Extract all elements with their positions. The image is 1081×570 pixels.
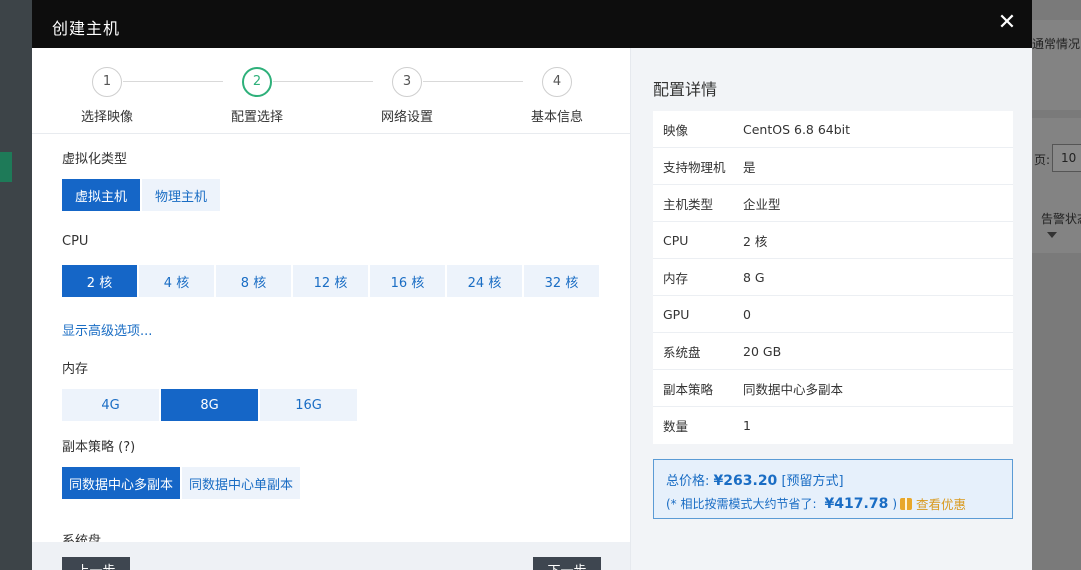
step-number: 1 xyxy=(92,67,122,97)
total-price-label: 总价格: xyxy=(666,474,710,489)
modal-header: 创建主机 ✕ xyxy=(32,0,1032,48)
show-advanced-link[interactable]: 显示高级选项... xyxy=(62,320,152,339)
replica-options: 同数据中心多副本 同数据中心单副本 xyxy=(62,467,300,499)
step-number: 2 xyxy=(242,67,272,97)
memory-option[interactable]: 16G xyxy=(260,389,357,421)
background-column-header: 告警状态 xyxy=(1041,212,1081,226)
details-row: 主机类型 企业型 xyxy=(653,185,1013,222)
details-key: 主机类型 xyxy=(663,196,714,212)
details-key: 映像 xyxy=(663,122,689,138)
step-label: 选择映像 xyxy=(80,110,133,125)
details-value: 20 GB xyxy=(743,343,782,359)
step-4[interactable]: 4 基本信息 xyxy=(497,67,617,125)
step-2[interactable]: 2 配置选择 xyxy=(197,67,317,125)
details-key: CPU xyxy=(663,232,689,248)
cpu-option[interactable]: 4 核 xyxy=(139,265,214,297)
details-panel: 配置详情 映像 CentOS 6.8 64bit 支持物理机 是 主机类型 企业型 C… xyxy=(630,48,1032,570)
stepper: 1 选择映像 2 配置选择 3 网络设置 4 基本信息 xyxy=(32,48,630,134)
details-key: 数量 xyxy=(663,419,689,434)
background-sidebar-active xyxy=(0,152,12,182)
background-text: 通常情况 xyxy=(1032,37,1081,51)
total-price: 总价格: ¥263.20 [预留方式] xyxy=(666,470,1000,489)
details-row: 映像 CentOS 6.8 64bit xyxy=(653,111,1013,148)
cpu-option[interactable]: 2 核 xyxy=(62,265,137,297)
gift-icon xyxy=(900,497,912,510)
memory-option[interactable]: 8G xyxy=(161,389,258,421)
cpu-option[interactable]: 8 核 xyxy=(216,265,291,297)
details-value: 同数据中心多副本 xyxy=(743,381,844,397)
cpu-option[interactable]: 12 核 xyxy=(293,265,368,297)
details-table: 映像 CentOS 6.8 64bit 支持物理机 是 主机类型 企业型 CPU 2 核… xyxy=(653,111,1013,444)
caret-down-icon xyxy=(1047,232,1057,238)
step-number: 4 xyxy=(542,67,572,97)
memory-options: 4G 8G 16G xyxy=(62,389,357,421)
details-key: GPU xyxy=(663,306,690,322)
details-value: 2 核 xyxy=(743,233,768,249)
background-sidebar xyxy=(0,0,32,570)
step-label: 网络设置 xyxy=(380,110,433,125)
cpu-option[interactable]: 32 核 xyxy=(524,265,599,297)
details-value: 是 xyxy=(743,159,756,175)
details-title: 配置详情 xyxy=(653,80,718,99)
cpu-option[interactable]: 24 核 xyxy=(447,265,522,297)
prev-button[interactable]: 上一步 xyxy=(62,557,130,570)
background-page-size: 10 xyxy=(1052,144,1081,172)
details-value: 企业型 xyxy=(743,196,781,212)
details-row: 数量 1 xyxy=(653,407,1013,444)
details-value: CentOS 6.8 64bit xyxy=(743,121,851,137)
next-button[interactable]: 下一步 xyxy=(533,557,601,570)
replica-title: 副本策略 (?) xyxy=(62,440,136,455)
details-row: CPU 2 核 xyxy=(653,222,1013,259)
details-row: 副本策略 同数据中心多副本 xyxy=(653,370,1013,407)
replica-option-single[interactable]: 同数据中心单副本 xyxy=(182,467,300,499)
details-value: 0 xyxy=(743,306,751,322)
savings-amount: ¥417.78 xyxy=(824,495,889,512)
details-key: 支持物理机 xyxy=(663,159,726,175)
background-text: 页: xyxy=(1034,153,1051,167)
cpu-option[interactable]: 16 核 xyxy=(370,265,445,297)
savings-prefix: (* 相比按需模式大约节省了: xyxy=(666,497,817,511)
step-number: 3 xyxy=(392,67,422,97)
details-value: 8 G xyxy=(743,269,765,285)
cpu-title: CPU xyxy=(62,234,89,249)
details-value: 1 xyxy=(743,418,751,433)
background-panel xyxy=(1032,20,1081,110)
config-panel: 1 选择映像 2 配置选择 3 网络设置 4 基本信息 虚拟化类型 虚拟主机 物… xyxy=(32,48,630,570)
modal-title: 创建主机 xyxy=(52,19,121,38)
cpu-options: 2 核 4 核 8 核 12 核 16 核 24 核 32 核 xyxy=(62,265,599,297)
virtualization-options: 虚拟主机 物理主机 xyxy=(62,179,220,211)
memory-option[interactable]: 4G xyxy=(62,389,159,421)
details-key: 内存 xyxy=(663,270,689,286)
virtualization-title: 虚拟化类型 xyxy=(62,152,128,167)
virtualization-option-physical[interactable]: 物理主机 xyxy=(142,179,220,211)
details-row: GPU 0 xyxy=(653,296,1013,333)
details-key: 系统盘 xyxy=(663,344,701,360)
price-box: 总价格: ¥263.20 [预留方式] (* 相比按需模式大约节省了: ¥417… xyxy=(653,459,1013,519)
close-icon[interactable]: ✕ xyxy=(996,12,1018,34)
step-3[interactable]: 3 网络设置 xyxy=(347,67,467,125)
savings-line: (* 相比按需模式大约节省了: ¥417.78 ) 查看优惠 xyxy=(666,494,1000,513)
replica-option-multi[interactable]: 同数据中心多副本 xyxy=(62,467,180,499)
step-label: 配置选择 xyxy=(230,110,283,125)
background-content xyxy=(1032,0,1081,570)
details-row: 支持物理机 是 xyxy=(653,148,1013,185)
step-1[interactable]: 1 选择映像 xyxy=(47,67,167,125)
details-key: 副本策略 xyxy=(663,381,714,397)
details-row: 内存 8 G xyxy=(653,259,1013,296)
details-row: 系统盘 20 GB xyxy=(653,333,1013,370)
step-label: 基本信息 xyxy=(530,110,583,125)
memory-title: 内存 xyxy=(62,362,89,377)
view-offers-link[interactable]: 查看优惠 xyxy=(916,494,966,513)
create-host-modal: 创建主机 ✕ 1 选择映像 2 配置选择 3 网络设置 4 基本信息 虚拟化类型… xyxy=(32,0,1032,570)
total-price-amount: ¥263.20 xyxy=(713,473,778,489)
virtualization-option-virtual[interactable]: 虚拟主机 xyxy=(62,179,140,211)
pricing-mode: [预留方式] xyxy=(781,474,844,489)
savings-suffix: ) xyxy=(892,496,897,511)
